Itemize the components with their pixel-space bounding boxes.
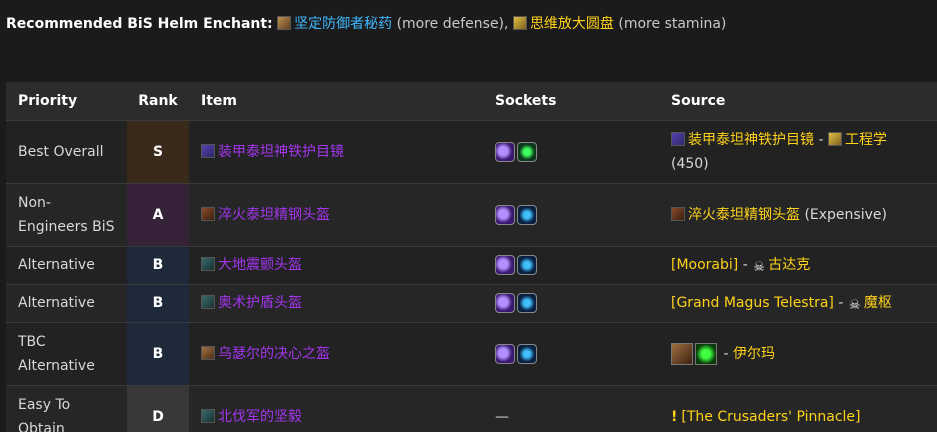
sockets-cell [483, 322, 659, 385]
source-cell: [Moorabi] - ☠ 古达克 [659, 246, 937, 284]
item-link[interactable]: 北伐军的坚毅 [218, 409, 302, 425]
source-cell: [Grand Magus Telestra] - ☠ 魔枢 [659, 284, 937, 322]
blue-gem-icon [517, 255, 537, 275]
helm-icon [201, 295, 215, 309]
source-separator: - [833, 295, 848, 311]
dungeon-link[interactable]: 魔枢 [864, 295, 892, 311]
no-sockets: — [495, 408, 509, 425]
meta-gem-icon [495, 293, 515, 313]
item-cell: 北伐军的坚毅 [189, 385, 483, 432]
skill-requirement: (450) [671, 155, 709, 172]
priority-cell: Non- Engineers BiS [18, 194, 115, 235]
source-cell: 装甲泰坦神铁护目镜 - 工程学 (450) [659, 120, 937, 183]
sockets-cell [483, 183, 659, 246]
enchant-link-stamina[interactable]: 思维放大圆盘 [530, 16, 614, 32]
helm-icon [671, 206, 685, 221]
table-row: Non- Engineers BiS A 淬火泰坦精钢头盔 淬火泰坦精钢头盔 (E… [6, 183, 937, 246]
table-header-row: Priority Rank Item Sockets Source [6, 82, 937, 120]
col-priority: Priority [18, 92, 78, 109]
source-separator: - [814, 131, 828, 148]
boss-link[interactable]: [Grand Magus Telestra] [671, 295, 834, 311]
enchant-heading: Recommended BiS Helm Enchant [6, 16, 268, 32]
engineering-icon [827, 131, 842, 146]
meta-gem-icon [495, 204, 515, 225]
green-gem-icon [517, 141, 537, 162]
item-link[interactable]: 乌瑟尔的决心之盔 [218, 346, 330, 362]
blue-gem-icon [517, 343, 537, 364]
enchant-link-defense[interactable]: 坚定防御者秘药 [294, 16, 392, 32]
rank-badge: D [127, 385, 189, 432]
meta-gem-icon [495, 343, 515, 364]
elixir-icon [277, 16, 292, 30]
rank-badge: B [127, 322, 189, 385]
priority-cell: Best Overall [18, 143, 104, 160]
enchant-note-defense: (more defense), [396, 16, 509, 32]
source-cell: 淬火泰坦精钢头盔 (Expensive) [659, 183, 937, 246]
item-link[interactable]: 装甲泰坦神铁护目镜 [218, 144, 344, 160]
priority-cell: Easy To Obtain [18, 396, 71, 432]
item-cell: 装甲泰坦神铁护目镜 [189, 120, 483, 183]
helm-enchant-recommendation: Recommended BiS Helm Enchant: 坚定防御者秘药 (m… [6, 13, 726, 33]
helm-icon [201, 345, 215, 360]
table-row: Easy To Obtain D 北伐军的坚毅 — ! [The Crusaders… [6, 385, 937, 432]
item-cell: 乌瑟尔的决心之盔 [189, 322, 483, 385]
skull-icon: ☠ [849, 298, 861, 313]
meta-gem-icon [495, 255, 515, 275]
source-separator: - [719, 345, 733, 362]
col-item: Item [201, 92, 237, 109]
priority-cell: TBC Alternative [18, 333, 95, 374]
table-row: Alternative B 大地震颤头盔 [Moorabi] - ☠ 古达克 [6, 246, 937, 284]
dungeon-link[interactable]: 古达克 [768, 257, 810, 273]
source-link[interactable]: 装甲泰坦神铁护目镜 [688, 132, 814, 148]
rank-badge: B [127, 246, 189, 284]
quest-giver-icon [671, 342, 693, 365]
profession-link[interactable]: 工程学 [845, 132, 887, 148]
goggles-icon [671, 131, 685, 146]
priority-cell: Alternative [18, 295, 95, 311]
bis-helm-table-wrapper: Priority Rank Item Sockets Source Best O… [6, 82, 937, 432]
disc-icon [512, 16, 527, 30]
meta-gem-icon [495, 141, 515, 162]
item-link[interactable]: 大地震颤头盔 [218, 257, 302, 273]
enchant-note-stamina: (more stamina) [618, 16, 727, 32]
helm-icon [201, 408, 215, 423]
table-row: Best Overall S 装甲泰坦神铁护目镜 装甲泰坦神铁护目镜 - 工程学… [6, 120, 937, 183]
helm-icon [201, 206, 215, 221]
table-row: TBC Alternative B 乌瑟尔的决心之盔 - 伊尔玛 [6, 322, 937, 385]
rank-badge: A [127, 183, 189, 246]
bis-helm-table: Priority Rank Item Sockets Source Best O… [6, 82, 937, 432]
item-cell: 淬火泰坦精钢头盔 [189, 183, 483, 246]
source-separator: - [738, 257, 753, 273]
source-link[interactable]: 淬火泰坦精钢头盔 [688, 207, 800, 223]
rank-badge: B [127, 284, 189, 322]
item-link[interactable]: 奥术护盾头盔 [218, 295, 302, 311]
source-note: (Expensive) [804, 206, 887, 223]
col-source: Source [671, 92, 726, 109]
source-cell: - 伊尔玛 [659, 322, 937, 385]
helm-icon [201, 257, 215, 271]
item-cell: 奥术护盾头盔 [189, 284, 483, 322]
sockets-cell [483, 120, 659, 183]
sockets-cell: — [483, 385, 659, 432]
item-link[interactable]: 淬火泰坦精钢头盔 [218, 207, 330, 223]
blue-gem-icon [517, 204, 537, 225]
source-link[interactable]: [The Crusaders' Pinnacle] [681, 409, 860, 425]
table-row: Alternative B 奥术护盾头盔 [Grand Magus Telest… [6, 284, 937, 322]
blue-gem-icon [517, 293, 537, 313]
npc-link[interactable]: 伊尔玛 [733, 346, 775, 362]
boss-link[interactable]: [Moorabi] [671, 257, 738, 273]
item-cell: 大地震颤头盔 [189, 246, 483, 284]
enchant-heading-colon: : [267, 16, 273, 32]
quest-orb-icon [695, 342, 717, 365]
sockets-cell [483, 284, 659, 322]
source-cell: ! [The Crusaders' Pinnacle] [659, 385, 937, 432]
col-rank: Rank [138, 92, 178, 109]
goggles-icon [201, 143, 215, 158]
rank-badge: S [127, 120, 189, 183]
sockets-cell [483, 246, 659, 284]
skull-icon: ☠ [753, 260, 766, 275]
quest-exclamation-icon: ! [671, 408, 678, 425]
col-sockets: Sockets [495, 92, 557, 109]
priority-cell: Alternative [18, 257, 95, 273]
